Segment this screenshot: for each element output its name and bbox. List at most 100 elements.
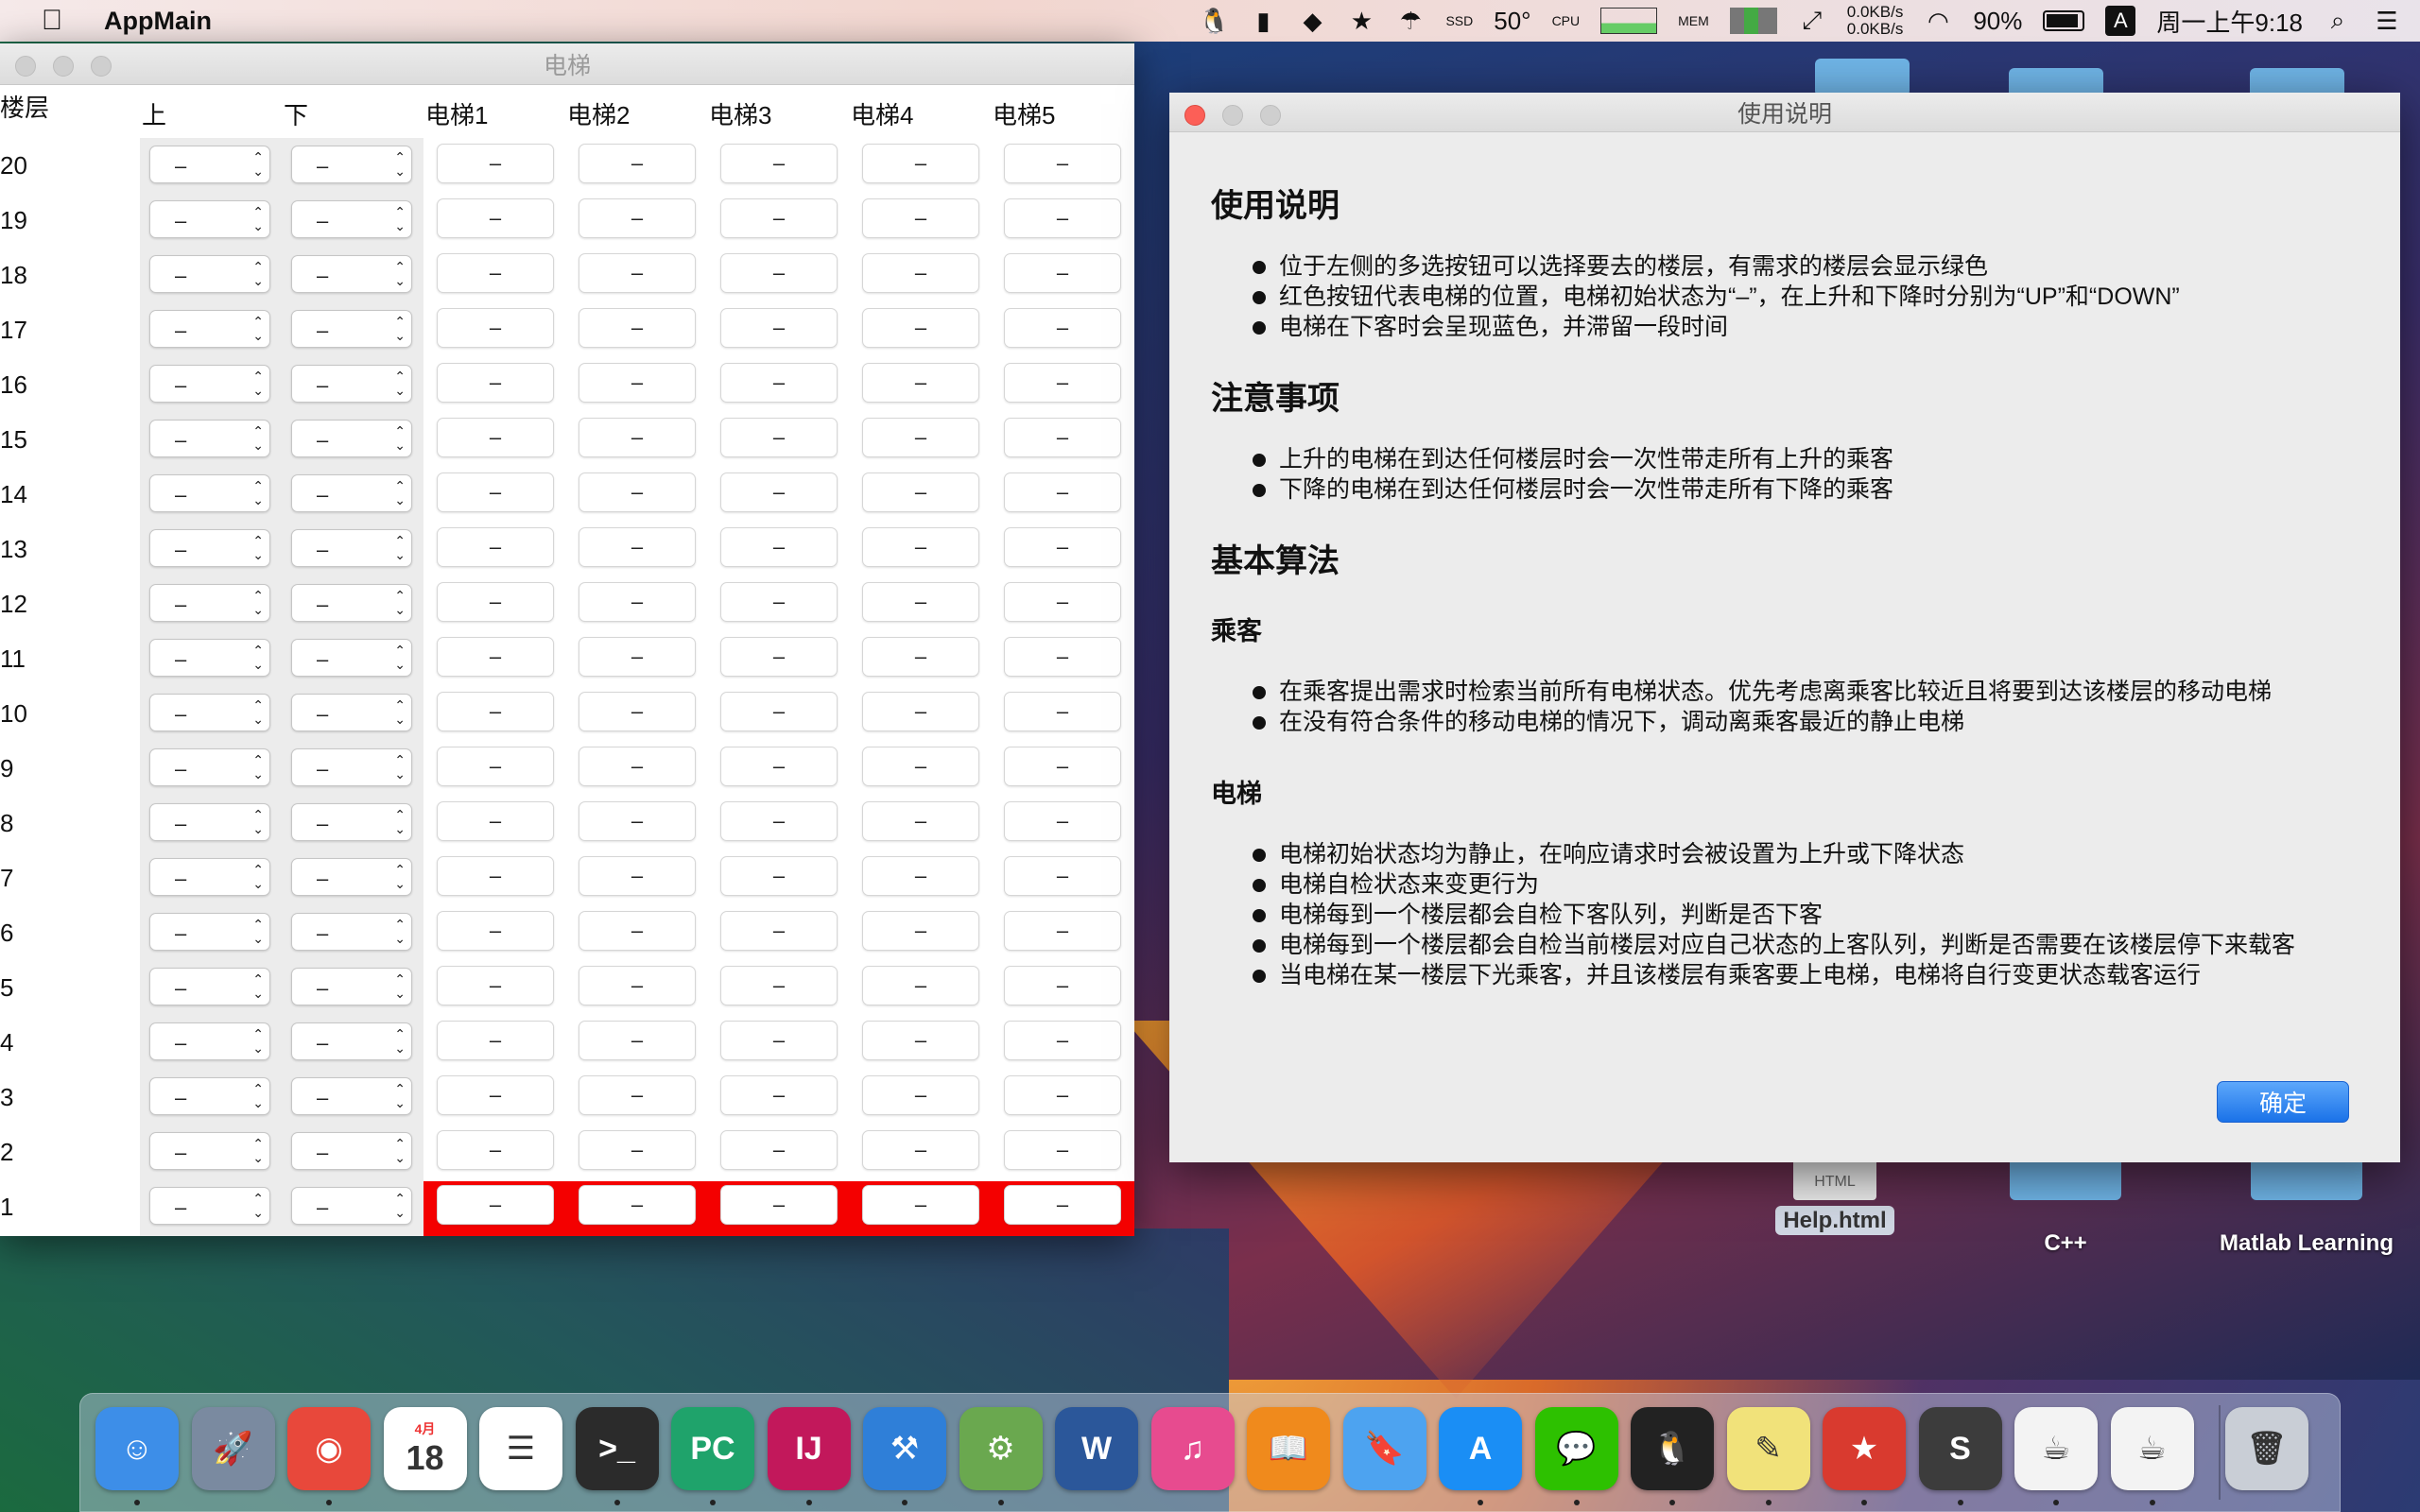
up-selector[interactable]: – ⌃ ⌄ — [149, 529, 270, 567]
up-selector[interactable]: – ⌃ ⌄ — [149, 748, 270, 786]
elevator-4-cell[interactable]: – — [862, 527, 979, 567]
elevator-5-cell[interactable]: – — [1004, 582, 1121, 622]
elevator-1-cell[interactable]: – — [437, 966, 554, 1005]
elevator-1-cell[interactable]: – — [437, 801, 554, 841]
input-method-icon[interactable]: A — [2105, 6, 2136, 36]
up-selector[interactable]: – ⌃ ⌄ — [149, 1187, 270, 1225]
elevator-2-cell[interactable]: – — [579, 582, 696, 622]
temperature-readout[interactable]: 50° — [1494, 7, 1530, 36]
elevator-4-cell[interactable]: – — [862, 747, 979, 786]
elevator-1-cell[interactable]: – — [437, 1021, 554, 1060]
elevator-4-cell[interactable]: – — [862, 801, 979, 841]
elevator-1-cell[interactable]: – — [437, 692, 554, 731]
elevator-1-cell[interactable]: – — [437, 747, 554, 786]
elevator-1-cell[interactable]: – — [437, 308, 554, 348]
elevator-2-cell[interactable]: – — [579, 363, 696, 403]
elevator-2-cell[interactable]: – — [579, 1130, 696, 1170]
spotlight-search-icon[interactable]: ⌕ — [2324, 6, 2352, 35]
elevator-5-cell[interactable]: – — [1004, 472, 1121, 512]
desktop-folder-partial[interactable] — [1815, 59, 1910, 96]
pycharm-icon[interactable]: PC — [671, 1407, 754, 1490]
elevator-4-cell[interactable]: – — [862, 144, 979, 183]
elevator-3-cell[interactable]: – — [720, 911, 838, 951]
elevator-1-cell[interactable]: – — [437, 1075, 554, 1115]
elevator-3-cell[interactable]: – — [720, 966, 838, 1005]
launchpad-icon[interactable]: 🚀 — [191, 1407, 275, 1490]
zoom-button[interactable] — [1260, 105, 1281, 126]
elevator-1-cell[interactable]: – — [437, 418, 554, 457]
elevator-2-cell[interactable]: – — [579, 527, 696, 567]
up-selector[interactable]: – ⌃ ⌄ — [149, 1132, 270, 1170]
elevator-1-cell[interactable]: – — [437, 911, 554, 951]
java-icon-1[interactable]: ☕ — [2014, 1407, 2098, 1490]
elevator-5-cell[interactable]: – — [1004, 747, 1121, 786]
wechat-icon[interactable]: 💬 — [1534, 1407, 1618, 1490]
elevator-1-cell[interactable]: – — [437, 472, 554, 512]
down-selector[interactable]: – ⌃ ⌄ — [291, 803, 412, 841]
itunes-icon[interactable]: ♫ — [1150, 1407, 1235, 1490]
elevator-2-cell[interactable]: – — [579, 1021, 696, 1060]
elevator-5-cell[interactable]: – — [1004, 308, 1121, 348]
elevator-1-cell[interactable]: – — [437, 856, 554, 896]
cpu-graph-icon[interactable] — [1600, 8, 1658, 34]
elevator-2-cell[interactable]: – — [579, 253, 696, 293]
bookmark-icon[interactable]: 🔖 — [1342, 1407, 1426, 1490]
up-selector[interactable]: – ⌃ ⌄ — [149, 420, 270, 457]
elevator-1-cell[interactable]: – — [437, 637, 554, 677]
wifi-icon[interactable]: ◠ — [1924, 7, 1952, 35]
elevator-3-cell[interactable]: – — [720, 253, 838, 293]
down-selector[interactable]: – ⌃ ⌄ — [291, 146, 412, 183]
up-selector[interactable]: – ⌃ ⌄ — [149, 365, 270, 403]
elevator-4-cell[interactable]: – — [862, 856, 979, 896]
elevator-3-cell[interactable]: – — [720, 363, 838, 403]
elevator-2-cell[interactable]: – — [579, 472, 696, 512]
elevator-3-cell[interactable]: – — [720, 308, 838, 348]
elevator-3-cell[interactable]: – — [720, 1075, 838, 1115]
elevator-5-cell[interactable]: – — [1004, 363, 1121, 403]
elevator-3-cell[interactable]: – — [720, 582, 838, 622]
finder-icon[interactable]: ☺ — [95, 1407, 179, 1490]
elevator-3-cell[interactable]: – — [720, 1130, 838, 1170]
down-selector[interactable]: – ⌃ ⌄ — [291, 1022, 412, 1060]
down-selector[interactable]: – ⌃ ⌄ — [291, 1187, 412, 1225]
resize-arrows-icon[interactable]: ⤢ — [1798, 6, 1826, 35]
ok-button[interactable]: 确定 — [2217, 1081, 2349, 1123]
elevator-4-cell[interactable]: – — [862, 308, 979, 348]
elevator-1-cell[interactable]: – — [437, 144, 554, 183]
app-menu-name[interactable]: AppMain — [104, 7, 212, 36]
wunderlist-icon[interactable]: ★ — [1823, 1407, 1906, 1490]
down-selector[interactable]: – ⌃ ⌄ — [291, 1132, 412, 1170]
elevator-5-cell[interactable]: – — [1004, 692, 1121, 731]
elevator-2-cell[interactable]: – — [579, 418, 696, 457]
elevator-5-cell[interactable]: – — [1004, 144, 1121, 183]
elevator-3-cell[interactable]: – — [720, 144, 838, 183]
elevator-4-cell[interactable]: – — [862, 363, 979, 403]
elevator-5-cell[interactable]: – — [1004, 637, 1121, 677]
stickies-icon[interactable]: ✎ — [1726, 1407, 1810, 1490]
notification-center-icon[interactable]: ☰ — [2373, 7, 2401, 35]
elevator-3-cell[interactable]: – — [720, 1185, 838, 1225]
elevator-2-cell[interactable]: – — [579, 856, 696, 896]
ibooks-icon[interactable]: 📖 — [1247, 1407, 1330, 1490]
down-selector[interactable]: – ⌃ ⌄ — [291, 968, 412, 1005]
elevator-5-cell[interactable]: – — [1004, 1185, 1121, 1225]
elevator-4-cell[interactable]: – — [862, 198, 979, 238]
elevator-3-cell[interactable]: – — [720, 472, 838, 512]
up-selector[interactable]: – ⌃ ⌄ — [149, 584, 270, 622]
bookmark-status-icon[interactable]: ▮ — [1249, 7, 1277, 35]
elevator-2-cell[interactable]: – — [579, 144, 696, 183]
elevator-3-cell[interactable]: – — [720, 747, 838, 786]
down-selector[interactable]: – ⌃ ⌄ — [291, 1077, 412, 1115]
elevator-3-cell[interactable]: – — [720, 527, 838, 567]
elevator-1-cell[interactable]: – — [437, 1185, 554, 1225]
help-window-titlebar[interactable]: 使用说明 — [1169, 93, 2400, 132]
up-selector[interactable]: – ⌃ ⌄ — [149, 146, 270, 183]
elevator-2-cell[interactable]: – — [579, 801, 696, 841]
word-icon[interactable]: W — [1055, 1407, 1138, 1490]
down-selector[interactable]: – ⌃ ⌄ — [291, 310, 412, 348]
elevator-5-cell[interactable]: – — [1004, 527, 1121, 567]
down-selector[interactable]: – ⌃ ⌄ — [291, 748, 412, 786]
elevator-2-cell[interactable]: – — [579, 966, 696, 1005]
down-selector[interactable]: – ⌃ ⌄ — [291, 584, 412, 622]
battery-percent[interactable]: 90% — [1973, 7, 2022, 36]
